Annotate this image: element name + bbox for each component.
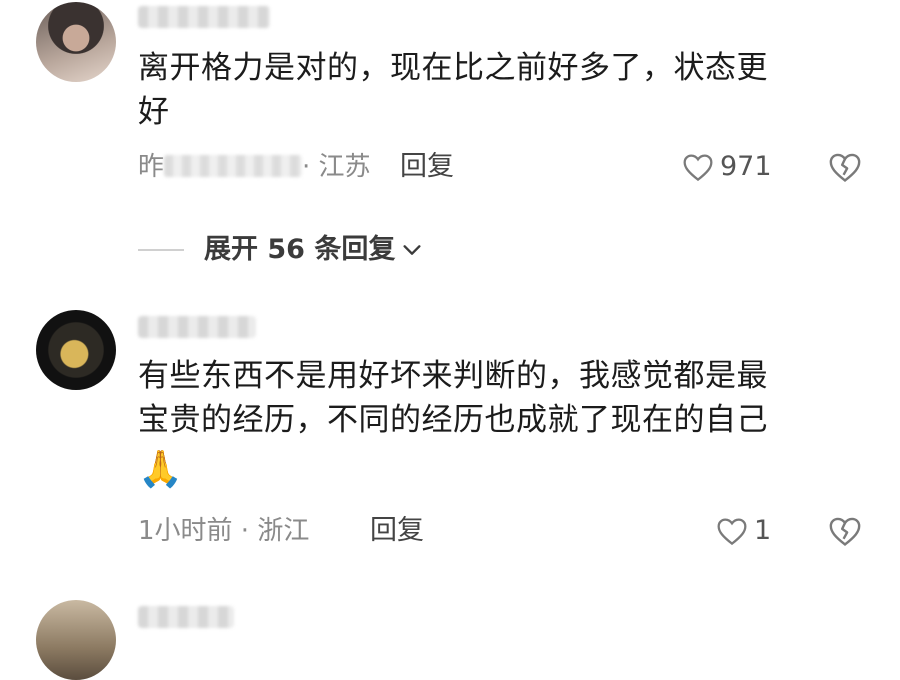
heart-outline-icon bbox=[683, 154, 713, 182]
reply-button[interactable]: 回复 bbox=[370, 514, 424, 548]
comment-text-line: 好 bbox=[138, 94, 170, 130]
heart-outline-icon bbox=[717, 518, 747, 546]
chevron-down-icon bbox=[403, 245, 421, 255]
avatar[interactable] bbox=[36, 310, 116, 390]
comment-text: 离开格力是对的，现在比之前好多了，状态更 好 bbox=[138, 46, 768, 134]
time-blurred bbox=[164, 155, 303, 177]
divider-line bbox=[138, 249, 184, 251]
username-blurred[interactable] bbox=[138, 316, 256, 338]
avatar[interactable] bbox=[36, 600, 116, 680]
avatar[interactable] bbox=[36, 2, 116, 82]
comment-text: 有些东西不是用好坏来判断的，我感觉都是最 宝贵的经历，不同的经历也成就了现在的自… bbox=[138, 354, 768, 442]
broken-heart-icon[interactable] bbox=[828, 514, 862, 548]
comment-meta: 昨 · 江苏 bbox=[138, 150, 371, 184]
time-prefix: 昨 bbox=[138, 152, 165, 182]
praying-hands-emoji: 🙏 bbox=[138, 449, 183, 490]
reply-button[interactable]: 回复 bbox=[400, 150, 454, 184]
comment-meta: 1小时前 · 浙江 bbox=[138, 516, 310, 546]
like-button[interactable]: 971 bbox=[682, 150, 772, 184]
username-blurred[interactable] bbox=[138, 6, 270, 28]
like-button[interactable]: 1 bbox=[716, 514, 771, 548]
like-count: 971 bbox=[720, 151, 772, 182]
expand-replies-label: 展开 56 条回复 bbox=[204, 234, 396, 265]
comment-text-line: 宝贵的经历，不同的经历也成就了现在的自己 bbox=[138, 402, 768, 438]
like-count: 1 bbox=[754, 515, 772, 546]
expand-replies-button[interactable]: 展开 56 条回复 bbox=[138, 232, 423, 268]
broken-heart-icon[interactable] bbox=[828, 150, 862, 184]
username-blurred[interactable] bbox=[138, 606, 234, 628]
location: · 江苏 bbox=[302, 152, 371, 182]
comment-text-line: 有些东西不是用好坏来判断的，我感觉都是最 bbox=[138, 358, 768, 394]
comment-text-line: 离开格力是对的，现在比之前好多了，状态更 bbox=[138, 50, 768, 86]
